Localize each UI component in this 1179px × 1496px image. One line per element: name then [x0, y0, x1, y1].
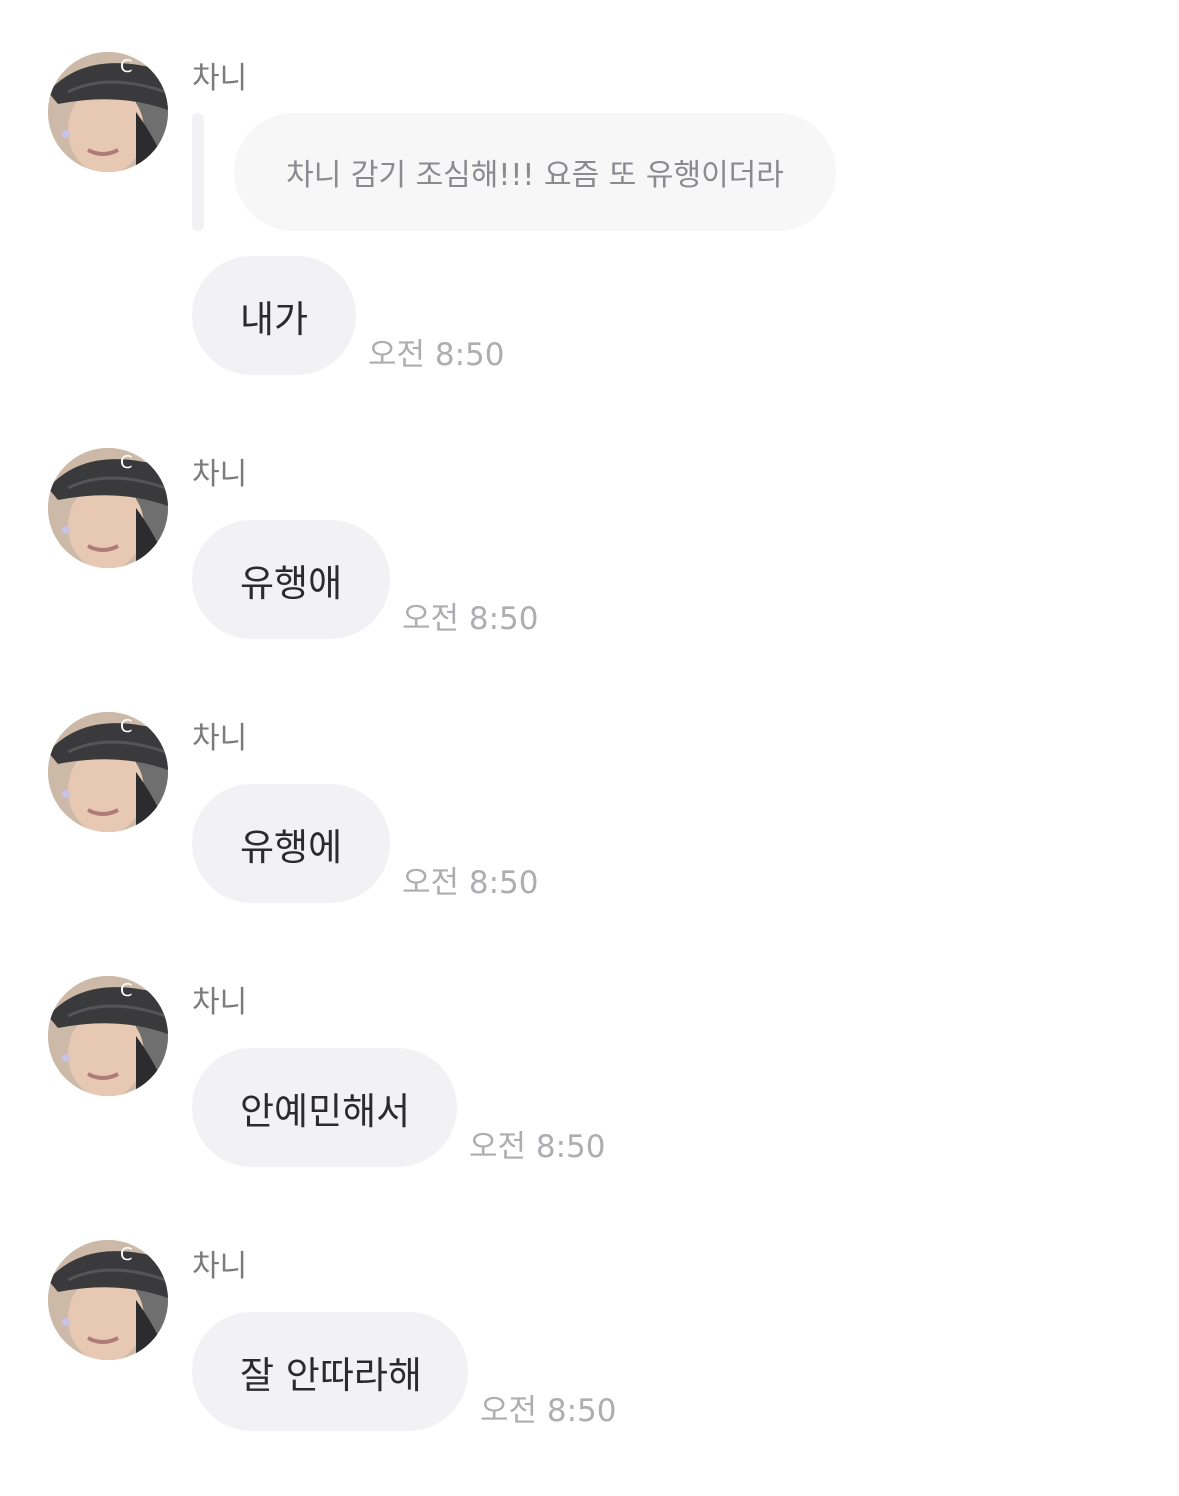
message-time: 오전 8:50: [480, 1393, 617, 1429]
message-bubble[interactable]: 잘 안따라해: [192, 1312, 468, 1431]
svg-text:C: C: [120, 56, 133, 77]
message-time: 오전 8:50: [402, 865, 539, 901]
avatar[interactable]: C: [48, 976, 168, 1096]
message-bubble[interactable]: 유행에: [192, 784, 390, 903]
message-text: 내가: [240, 297, 309, 341]
sender-name: 차니: [192, 457, 248, 492]
message-time: 오전 8:50: [469, 1129, 606, 1165]
svg-text:C: C: [120, 980, 133, 1001]
avatar[interactable]: C: [48, 1240, 168, 1360]
message-bubble[interactable]: 유행애: [192, 520, 390, 639]
message-text: 잘 안따라해: [240, 1353, 422, 1397]
avatar[interactable]: C: [48, 52, 168, 172]
sender-name: 차니: [192, 985, 248, 1020]
sender-name: 차니: [192, 1249, 248, 1284]
avatar[interactable]: C: [48, 712, 168, 832]
message-bubble[interactable]: 내가: [192, 256, 356, 375]
quoted-message-text: 차니 감기 조심해!!! 요즘 또 유행이더라: [286, 158, 784, 193]
quote-indicator: [192, 113, 204, 231]
sender-name: 차니: [192, 721, 248, 756]
svg-text:C: C: [120, 716, 133, 737]
svg-text:C: C: [120, 452, 133, 473]
message-text: 유행애: [240, 561, 343, 605]
avatar[interactable]: C: [48, 448, 168, 568]
message-text: 유행에: [240, 825, 343, 869]
sender-name: 차니: [192, 61, 248, 96]
svg-text:C: C: [120, 1244, 133, 1265]
message-time: 오전 8:50: [368, 337, 505, 373]
message-text: 안예민해서: [240, 1089, 411, 1133]
message-bubble[interactable]: 안예민해서: [192, 1048, 457, 1167]
quoted-message[interactable]: 차니 감기 조심해!!! 요즘 또 유행이더라: [234, 113, 836, 231]
message-time: 오전 8:50: [402, 601, 539, 637]
